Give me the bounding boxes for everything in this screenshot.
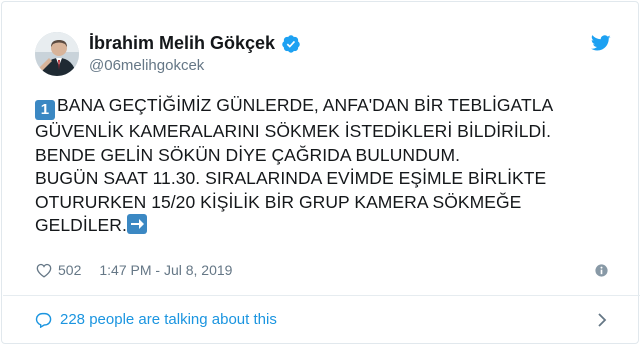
tweet-line-text: GELDİLER. xyxy=(35,215,127,235)
right-arrow-emoji xyxy=(126,214,147,234)
speech-bubble-icon xyxy=(35,312,52,328)
tweet-line: GÜVENLİK KAMERALARINI SÖKMEK İSTEDİKLERİ… xyxy=(35,121,552,141)
author-name-row[interactable]: İbrahim Melih Gökçek xyxy=(89,33,301,54)
author-name[interactable]: İbrahim Melih Gökçek xyxy=(89,33,275,54)
conversation-count-text[interactable]: 228 people are talking about this xyxy=(60,311,277,328)
conversation-link[interactable]: 228 people are talking about this xyxy=(35,311,277,328)
chevron-right-icon[interactable] xyxy=(597,312,607,328)
tweet-line: GELDİLER. xyxy=(35,214,635,238)
tweet-line: 1 BANA GEÇTİĞİMİZ GÜNLERDE, ANFA'DAN BİR … xyxy=(35,94,635,120)
author-handle[interactable]: @06melihgokcek xyxy=(89,57,204,74)
keycap-1-emoji: 1 xyxy=(35,100,55,120)
tweet-card: İbrahim Melih Gökçek @06melihgokcek 1 BAN… xyxy=(1,1,640,344)
info-icon[interactable] xyxy=(595,264,608,277)
like-count[interactable]: 502 xyxy=(58,262,81,278)
tweet-line-text: BANA GEÇTİĞİMİZ GÜNLERDE, ANFA'DAN BİR T… xyxy=(57,95,554,115)
avatar[interactable] xyxy=(35,32,79,76)
twitter-bird-icon[interactable] xyxy=(591,35,611,52)
tweet-meta: 502 1:47 PM - Jul 8, 2019 xyxy=(36,262,232,278)
divider xyxy=(3,295,640,296)
tweet-line: BUGÜN SAAT 11.30. SIRALARINDA EVİMDE EŞİ… xyxy=(35,168,547,188)
tweet-timestamp[interactable]: 1:47 PM - Jul 8, 2019 xyxy=(99,262,232,278)
heart-icon[interactable] xyxy=(36,263,52,278)
tweet-line: BENDE GELİN SÖKÜN DİYE ÇAĞRIDA BULUNDUM. xyxy=(35,144,460,165)
tweet-line: OTURURKEN 15/20 KİŞİLİK BİR GRUP KAMERA … xyxy=(35,191,522,212)
tweet-text: 1 BANA GEÇTİĞİMİZ GÜNLERDE, ANFA'DAN BİR … xyxy=(35,94,635,238)
verified-badge-icon xyxy=(282,34,300,53)
